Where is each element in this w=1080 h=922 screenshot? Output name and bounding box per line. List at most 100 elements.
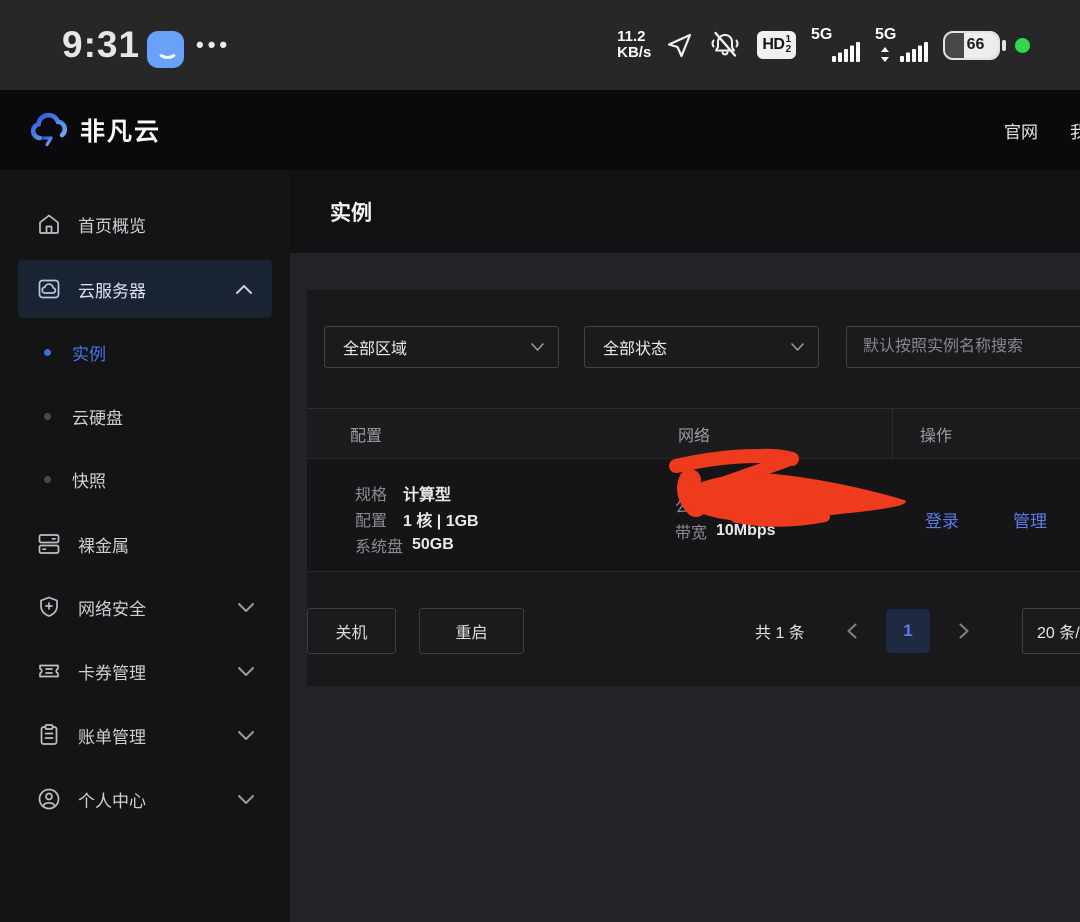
sidebar-item-cloud-disk[interactable]: 云硬盘: [0, 396, 290, 436]
sidebar: 首页概览 云服务器 实例 云硬盘: [0, 170, 290, 922]
config-label: 配置: [355, 507, 403, 531]
spec-line: 规格 计算型: [355, 480, 451, 506]
sidebar-item-network-security[interactable]: 网络安全: [0, 582, 290, 632]
sidebar-item-label: 云服务器: [78, 277, 146, 302]
clipboard-icon: [36, 722, 62, 748]
page-size-select[interactable]: 20 条/页: [1022, 608, 1080, 654]
login-link[interactable]: 登录: [925, 506, 959, 532]
signal-sim1: 5G: [811, 26, 860, 64]
volte-hd-badge: HD 1 2: [757, 31, 796, 59]
bandwidth-label: 带宽: [675, 519, 716, 543]
server-stack-icon: [36, 531, 62, 557]
sidebar-item-instances[interactable]: 实例: [0, 332, 290, 372]
user-circle-icon: [36, 786, 62, 812]
sidebar-item-label: 个人中心: [78, 787, 146, 812]
chevron-down-icon: [238, 731, 254, 740]
page-title: 实例: [330, 197, 372, 227]
ticket-icon: [36, 658, 62, 684]
pagination-prev-button[interactable]: [847, 608, 857, 654]
signal1-label: 5G: [811, 26, 832, 44]
signal-bars-icon: [900, 41, 928, 62]
brand-cloud-logo-icon: [28, 111, 72, 154]
pagination-next-button[interactable]: [959, 608, 969, 654]
status-indicators: 11.2 KB/s HD 1: [617, 0, 1030, 90]
sidebar-item-label: 云硬盘: [72, 404, 123, 429]
public-ip-line: 公网: [675, 492, 707, 518]
sidebar-item-billing-management[interactable]: 账单管理: [0, 710, 290, 760]
chevron-up-icon: [236, 285, 252, 294]
battery-percent: 66: [951, 31, 1000, 60]
hd-sim2: 2: [785, 45, 791, 55]
spec-label: 规格: [355, 481, 403, 505]
nav-truncated-item[interactable]: 我: [1070, 90, 1080, 170]
location-icon: [666, 32, 693, 59]
search-input[interactable]: [861, 337, 1080, 357]
sidebar-item-coupon-management[interactable]: 卡券管理: [0, 646, 290, 696]
config-value: 1 核 | 1GB: [403, 507, 479, 531]
data-arrows-icon: [881, 47, 889, 62]
config-line: 配置 1 核 | 1GB: [355, 506, 479, 532]
sidebar-item-personal-center[interactable]: 个人中心: [0, 774, 290, 824]
bandwidth-value: 10Mbps: [716, 522, 776, 540]
battery-nub: [1002, 40, 1006, 51]
home-icon: [36, 211, 62, 237]
chevron-down-icon: [531, 343, 544, 351]
disk-value: 50GB: [412, 536, 454, 554]
status-bar: 9:31 ••• 11.2 KB/s: [0, 0, 1080, 90]
sidebar-item-label: 网络安全: [78, 595, 146, 620]
battery-indicator: 66: [943, 31, 1000, 60]
signal-bars-icon: [832, 41, 860, 62]
chevron-down-icon: [238, 795, 254, 804]
table-row: 规格 计算型 配置 1 核 | 1GB 系统盘 50GB 公网 带宽 10Mbp…: [307, 459, 1080, 572]
status-filter-select[interactable]: 全部状态: [584, 326, 819, 368]
sidebar-item-bare-metal[interactable]: 裸金属: [0, 519, 290, 569]
sidebar-item-cloud-server[interactable]: 云服务器: [18, 260, 272, 318]
nav-official-site[interactable]: 官网: [1004, 90, 1038, 170]
notification-app-icon: [147, 31, 184, 68]
clock: 9:31: [62, 24, 140, 66]
search-box: [846, 326, 1080, 368]
screen: 9:31 ••• 11.2 KB/s: [0, 0, 1080, 922]
signal2-label: 5G: [875, 26, 896, 44]
total-count: 共 1 条: [755, 608, 805, 654]
pagination-page-1[interactable]: 1: [886, 609, 930, 653]
restart-button[interactable]: 重启: [419, 608, 524, 654]
bullet-icon: [44, 476, 51, 483]
manage-link[interactable]: 管理: [1013, 506, 1047, 532]
region-filter-select[interactable]: 全部区域: [324, 326, 559, 368]
table-header: 配置 网络 操作: [307, 408, 1080, 459]
bandwidth-line: 带宽 10Mbps: [675, 518, 776, 544]
mute-bell-icon: [708, 30, 742, 60]
public-ip-label: 公网: [675, 493, 707, 517]
sidebar-item-label: 快照: [72, 467, 106, 492]
status-filter-value: 全部状态: [603, 335, 667, 359]
brand-name: 非凡云: [80, 90, 161, 170]
column-network: 网络: [678, 409, 710, 458]
sidebar-item-label: 账单管理: [78, 723, 146, 748]
column-actions: 操作: [920, 409, 952, 458]
sidebar-item-snapshot[interactable]: 快照: [0, 459, 290, 499]
page-title-bar: 实例: [290, 170, 1080, 253]
sidebar-item-label: 卡券管理: [78, 659, 146, 684]
sidebar-item-label: 裸金属: [78, 532, 129, 557]
chevron-down-icon: [238, 667, 254, 676]
shutdown-button[interactable]: 关机: [307, 608, 396, 654]
signal-sim2: 5G: [875, 26, 928, 64]
chevron-down-icon: [791, 343, 804, 351]
network-speed: 11.2 KB/s: [617, 29, 651, 61]
app-header: 非凡云 官网 我: [0, 90, 1080, 170]
spec-value: 计算型: [403, 481, 451, 505]
sidebar-item-label: 实例: [72, 340, 106, 365]
shield-plus-icon: [36, 594, 62, 620]
bullet-active-icon: [44, 349, 51, 356]
disk-label: 系统盘: [355, 533, 412, 557]
bullet-icon: [44, 413, 51, 420]
network-speed-unit: KB/s: [617, 45, 651, 61]
network-speed-value: 11.2: [617, 29, 651, 45]
disk-line: 系统盘 50GB: [355, 532, 454, 558]
instance-list-card: 全部区域 全部状态 配置 网络 操作: [307, 290, 1080, 686]
cloud-server-icon: [36, 276, 62, 302]
column-config: 配置: [350, 409, 382, 458]
sidebar-item-home-overview[interactable]: 首页概览: [0, 199, 290, 249]
chevron-down-icon: [238, 603, 254, 612]
